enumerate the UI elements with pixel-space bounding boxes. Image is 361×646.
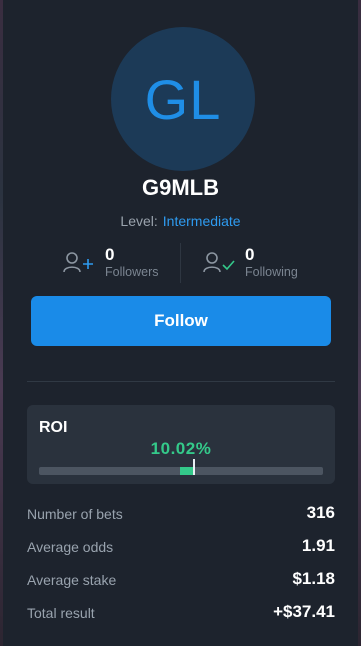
roi-title: ROI [39, 419, 68, 436]
following-label: Following [245, 265, 298, 279]
roi-panel: ROI 10.02% [27, 405, 335, 484]
roi-bar-fill [179, 467, 194, 475]
avatar-initials: GL [144, 67, 222, 131]
stat-label: Average odds [27, 539, 114, 555]
level-value: Intermediate [162, 213, 241, 229]
stat-value: +$37.41 [273, 602, 335, 621]
roi-zero-marker [193, 459, 195, 475]
followers-count: 0 [105, 245, 115, 264]
section-divider [27, 381, 335, 382]
stat-value: 1.91 [301, 536, 335, 555]
roi-bar-track [39, 459, 323, 475]
stat-label: Number of bets [27, 506, 123, 522]
stat-value: 316 [306, 503, 335, 522]
level-row: Level: Intermediate [3, 213, 358, 229]
stat-row-number-of-bets: Number of bets 316 [27, 503, 335, 525]
stats-divider [180, 243, 181, 283]
stat-label: Total result [27, 605, 95, 621]
stat-row-total-result: Total result +$37.41 [27, 602, 335, 624]
avatar: GL [111, 27, 255, 171]
roi-value: 10.02% [150, 439, 212, 458]
stat-value: $1.18 [292, 569, 335, 588]
stat-row-average-stake: Average stake $1.18 [27, 569, 335, 591]
user-check-icon [203, 252, 235, 273]
add-user-icon [63, 252, 93, 273]
level-label: Level: [120, 213, 158, 229]
stat-row-average-odds: Average odds 1.91 [27, 536, 335, 558]
follow-button[interactable]: Follow [31, 296, 331, 346]
profile-card: GL G9MLB Level: Intermediate 0 Followers … [3, 0, 358, 646]
followers-label: Followers [105, 265, 159, 279]
following-count: 0 [245, 245, 255, 264]
username: G9MLB [142, 175, 219, 200]
stat-label: Average stake [27, 572, 117, 588]
